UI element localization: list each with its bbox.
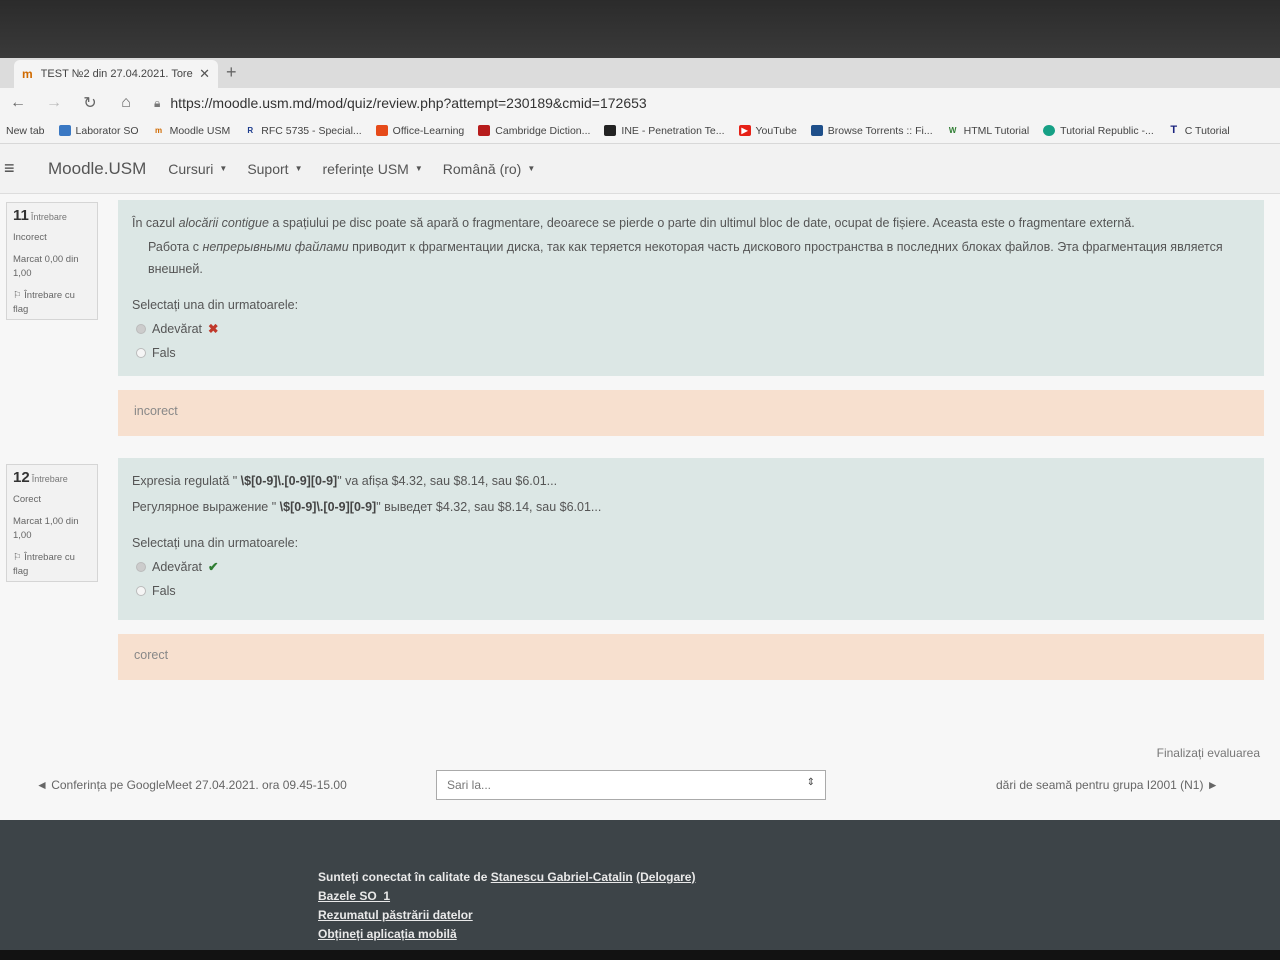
question-number: 12 (13, 469, 30, 486)
moodle-icon: m (155, 126, 163, 135)
new-tab-button[interactable]: + (226, 62, 237, 83)
data-retention-link[interactable]: Rezumatul păstrării datelor (318, 908, 473, 922)
question-state: Incorect (13, 232, 47, 243)
bookmark-ine[interactable]: INE - Penetration Te... (604, 125, 725, 137)
question-text-ru: Регулярное выражение " \$[0-9]\.[0-9][0-… (132, 500, 602, 514)
office-icon (375, 125, 388, 136)
monitor-bezel (0, 0, 1280, 58)
bookmark-c-tutorial[interactable]: TC Tutorial (1168, 124, 1229, 137)
youtube-icon: ▶ (738, 125, 751, 136)
login-info: Sunteți conectat în calitate de Stanescu… (318, 870, 696, 884)
flag-icon: ⚐ (13, 552, 25, 563)
tab-title: TEST №2 din 27.04.2021. Torent... (40, 68, 193, 80)
bookmark-rfc[interactable]: R RFC 5735 - Special... (244, 125, 361, 137)
select-arrows-icon: ⇕ (806, 777, 815, 788)
answer-option-false[interactable]: Fals (136, 580, 1250, 602)
flag-question-link[interactable]: ⚐ Întrebare cu flag (13, 289, 91, 317)
caret-down-icon: ▼ (294, 164, 303, 173)
moodle-icon: m (22, 67, 33, 81)
question-grade: Marcat 1,00 din 1,00 (13, 516, 79, 541)
bookmark-tutorial-republic[interactable]: Tutorial Republic -... (1043, 125, 1154, 137)
radio-button[interactable] (136, 562, 146, 572)
mobile-app-link[interactable]: Obțineți aplicația mobilă (318, 927, 457, 941)
question-content: Expresia regulată " \$[0-9]\.[0-9][0-9]"… (118, 458, 1264, 620)
question-content: În cazul alocării contigue a spațiului p… (118, 200, 1264, 376)
page-footer: Sunteți conectat în calitate de Stanescu… (0, 820, 1280, 960)
question-info: 11 Întrebare Incorect Marcat 0,00 din 1,0… (6, 202, 98, 320)
folder-icon (58, 125, 71, 136)
bookmark-html-tutorial[interactable]: W HTML Tutorial (947, 125, 1029, 137)
bookmark-laborator-so[interactable]: Laborator SO (58, 125, 139, 137)
hamburger-icon[interactable]: ≡ (4, 158, 28, 179)
address-bar: ← → ↻ ⌂ 🔒︎ https://moodle.usm.md/mod/qui… (0, 88, 1280, 118)
jump-to-select[interactable]: Sari la... ⇕ (436, 770, 826, 800)
site-brand[interactable]: Moodle.USM (48, 159, 146, 179)
incorrect-icon: ✖ (208, 322, 219, 336)
w3-icon: W (948, 126, 957, 135)
next-activity-link[interactable]: dări de seamă pentru grupa I2001 (N1) ► (996, 778, 1219, 792)
bookmark-new-tab[interactable]: New tab (6, 125, 45, 137)
radio-button[interactable] (136, 586, 146, 596)
flag-question-link[interactable]: ⚐ Întrebare cu flag (13, 551, 91, 579)
c-tutorial-icon: T (1170, 124, 1178, 136)
bookmark-cambridge[interactable]: Cambridge Diction... (478, 125, 590, 137)
close-icon[interactable]: ✕ (199, 66, 210, 82)
cambridge-icon (478, 125, 491, 136)
tutorial-republic-icon (1043, 125, 1056, 136)
bookmarks-bar: New tab Laborator SO m Moodle USM R RFC 57… (0, 118, 1280, 144)
question-text-ru: Работа с непрерывными файлами приводит к… (148, 240, 1223, 276)
question-text-ro: În cazul alocării contigue a spațiului p… (132, 216, 1135, 230)
question-info: 12 Întrebare Corect Marcat 1,00 din 1,00 … (6, 464, 98, 582)
browser-tabbar: m TEST №2 din 27.04.2021. Torent... ✕ + (0, 58, 1280, 88)
answer-option-true[interactable]: Adevărat ✖ (136, 318, 1250, 340)
select-prompt: Selectați una din urmatoarele: (132, 536, 299, 550)
bookmark-torrents[interactable]: Browse Torrents :: Fi... (810, 125, 933, 137)
question-grade: Marcat 0,00 din 1,00 (13, 254, 79, 279)
forward-icon[interactable]: → (36, 94, 72, 112)
course-link[interactable]: Bazele SO_1 (318, 889, 390, 903)
question-state: Corect (13, 494, 41, 505)
select-prompt: Selectați una din urmatoarele: (132, 298, 299, 312)
menu-cursuri[interactable]: Cursuri ▼ (168, 161, 227, 177)
radio-button[interactable] (136, 348, 146, 358)
answer-option-true[interactable]: Adevărat ✔ (136, 556, 1250, 578)
ine-icon (604, 125, 617, 136)
moodle-navbar: ≡ Moodle.USM Cursuri ▼ Suport ▼ referințe … (0, 144, 1280, 194)
question-text-ro: Expresia regulată " \$[0-9]\.[0-9][0-9]"… (132, 474, 558, 488)
radio-button[interactable] (136, 324, 146, 334)
menu-suport[interactable]: Suport ▼ (247, 161, 302, 177)
flag-icon: ⚐ (13, 290, 25, 301)
url-field[interactable]: https://moodle.usm.md/mod/quiz/review.ph… (170, 95, 646, 111)
lock-icon[interactable]: 🔒︎ (154, 96, 160, 111)
reload-icon[interactable]: ↻ (72, 93, 108, 113)
bookmark-youtube[interactable]: ▶ YouTube (738, 125, 797, 137)
menu-referinte[interactable]: referințe USM ▼ (322, 161, 422, 177)
menu-language[interactable]: Română (ro) ▼ (443, 161, 536, 177)
torrent-icon (810, 125, 823, 136)
monitor-bezel-bottom (0, 950, 1280, 960)
answer-option-false[interactable]: Fals (136, 342, 1250, 364)
feedback-box: corect (118, 634, 1264, 680)
browser-tab[interactable]: m TEST №2 din 27.04.2021. Torent... ✕ (14, 60, 218, 88)
logout-link[interactable]: (Delogare) (636, 870, 695, 884)
question-number: 11 (13, 207, 29, 224)
back-icon[interactable]: ← (0, 94, 36, 112)
caret-down-icon: ▼ (219, 164, 228, 173)
previous-activity-link[interactable]: ◄ Conferința pe GoogleMeet 27.04.2021. o… (36, 778, 347, 792)
correct-icon: ✔ (208, 560, 219, 574)
finish-review-link[interactable]: Finalizați evaluarea (1157, 746, 1260, 760)
caret-down-icon: ▼ (414, 164, 423, 173)
user-profile-link[interactable]: Stanescu Gabriel-Catalin (491, 870, 633, 884)
caret-down-icon: ▼ (527, 164, 536, 173)
bookmark-office-learning[interactable]: Office-Learning (375, 125, 464, 137)
bookmark-moodle-usm[interactable]: m Moodle USM (153, 125, 230, 137)
home-icon[interactable]: ⌂ (108, 94, 144, 112)
feedback-box: incorect (118, 390, 1264, 436)
quiz-review-page: 11 Întrebare Incorect Marcat 0,00 din 1,0… (0, 194, 1280, 820)
rfc-icon: R (247, 126, 254, 135)
